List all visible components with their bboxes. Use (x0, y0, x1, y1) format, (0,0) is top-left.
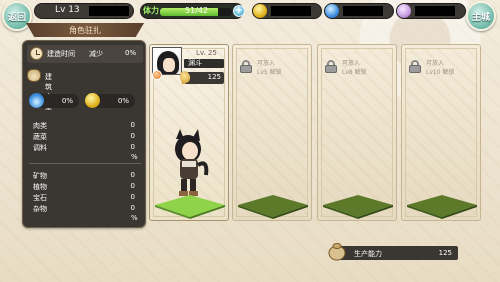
divider (29, 163, 141, 164)
slot-title: 可放入 (342, 60, 361, 67)
locked-slot-card-2[interactable]: 可放入 Lv8 解锁 (317, 44, 397, 221)
lock-icon (240, 60, 252, 73)
resource-value: 0 (130, 171, 135, 179)
reduce-label: 减少 (89, 50, 103, 58)
resource-value: 0 (130, 193, 135, 201)
blue-flame-icon (325, 4, 339, 18)
character-level: Lv. 25 (196, 49, 217, 57)
reduce-value: 0% (125, 49, 137, 57)
character-power-bar: 125 (178, 69, 224, 85)
gold-pill (252, 3, 322, 19)
top-bar: 返回 Lv 13 体力 51/42 + 主城 (0, 0, 500, 31)
character-sprite (175, 129, 209, 196)
resource-name: 调料 (33, 144, 47, 152)
locked-slot-card-1[interactable]: 可放入 Lv5 解锁 (232, 44, 312, 221)
grass-tile (407, 195, 477, 219)
food-unit: % (131, 153, 138, 161)
portrait-face (163, 58, 175, 72)
material-resource-list: 矿物 0 植物 0 宝石 0 杂物 0 (33, 171, 135, 215)
production-bar: 生产能力 125 (334, 246, 458, 260)
grass-tile (323, 195, 393, 219)
section-ribbon: 角色驻扎 (26, 23, 144, 37)
build-time-label: 建造时间 (47, 50, 75, 58)
resource-name: 宝石 (33, 194, 47, 202)
grass-tile (238, 195, 308, 219)
resource-row: 肉类 0 (33, 121, 135, 132)
flame-bonus-value: 0% (61, 97, 73, 105)
resource-value: 0 (130, 143, 135, 151)
back-button-label: 返回 (7, 12, 26, 23)
resource-value: 0 (130, 132, 135, 140)
gold-coin-icon (85, 93, 100, 108)
element-badge-icon (152, 70, 162, 80)
sack-icon (328, 243, 346, 261)
back-button[interactable]: 返回 (2, 1, 32, 31)
stamina-value: 51/42 (185, 6, 209, 15)
section-title: 角色驻扎 (69, 26, 101, 35)
main-city-button[interactable]: 主城 (466, 1, 496, 31)
resource-row: 矿物 0 (33, 171, 135, 182)
resource-row: 蔬菜 0 (33, 132, 135, 143)
blue-flame-icon (29, 93, 44, 108)
gem-pill (324, 3, 394, 19)
clock-icon (30, 47, 43, 60)
resource-name: 杂物 (33, 205, 47, 213)
food-resource-list: 肉类 0 蔬菜 0 调料 0 (33, 121, 135, 154)
gold-coin-icon (253, 4, 267, 18)
lock-icon (409, 60, 421, 73)
player-level-pill: Lv 13 (34, 3, 134, 19)
build-time-row: 建造时间 减少 0% (27, 45, 143, 63)
resource-row: 植物 0 (33, 182, 135, 193)
redacted-gold-amount (271, 6, 311, 16)
resource-row: 宝石 0 (33, 193, 135, 204)
grass-tile-bright (155, 195, 225, 219)
character-power: 125 (207, 73, 221, 81)
redacted-player-name (89, 6, 129, 16)
lock-icon (325, 60, 337, 73)
redacted-gem-amount (343, 6, 383, 16)
resource-value: 0 (130, 204, 135, 212)
character-name: 渊斗 (188, 59, 202, 67)
slot-requirement: Lv10 解锁 (426, 69, 455, 76)
crystal-pill (396, 3, 466, 19)
resource-value: 0 (130, 182, 135, 190)
resource-row: 杂物 0 (33, 204, 135, 215)
character-slot-card[interactable]: Lv. 25 渊斗 125 (149, 44, 229, 221)
slot-requirement: Lv8 解锁 (342, 69, 367, 76)
player-level: Lv 13 (55, 5, 80, 15)
resource-name: 植物 (33, 183, 47, 191)
stamina-pill: 体力 51/42 + (140, 3, 245, 19)
main-city-button-label: 主城 (471, 12, 490, 23)
building-info-panel: 建造时间 减少 0% 建筑产量 0% 0% 肉类0蔬菜0调料0 % 矿物0植物0… (22, 40, 146, 228)
resource-row: 调料 0 (33, 143, 135, 154)
production-label: 生产能力 (354, 250, 382, 258)
locked-slot-card-3[interactable]: 可放入 Lv10 解锁 (401, 44, 481, 221)
crystal-icon (397, 4, 411, 18)
material-unit: % (131, 214, 138, 222)
resource-name: 蔬菜 (33, 133, 47, 141)
production-value: 125 (438, 249, 452, 257)
resource-name: 矿物 (33, 172, 47, 180)
resource-value: 0 (130, 121, 135, 129)
add-stamina-button[interactable]: + (233, 5, 245, 17)
redacted-crystal-amount (415, 6, 455, 16)
flame-bonus: 0% (29, 93, 79, 108)
coin-bonus: 0% (85, 93, 135, 108)
slot-title: 可放入 (426, 60, 445, 67)
stamina-label: 体力 (143, 6, 159, 15)
sack-icon (27, 69, 41, 82)
coin-bonus-value: 0% (117, 97, 129, 105)
slot-requirement: Lv5 解锁 (257, 69, 282, 76)
resource-name: 肉类 (33, 122, 47, 130)
slot-title: 可放入 (257, 60, 276, 67)
